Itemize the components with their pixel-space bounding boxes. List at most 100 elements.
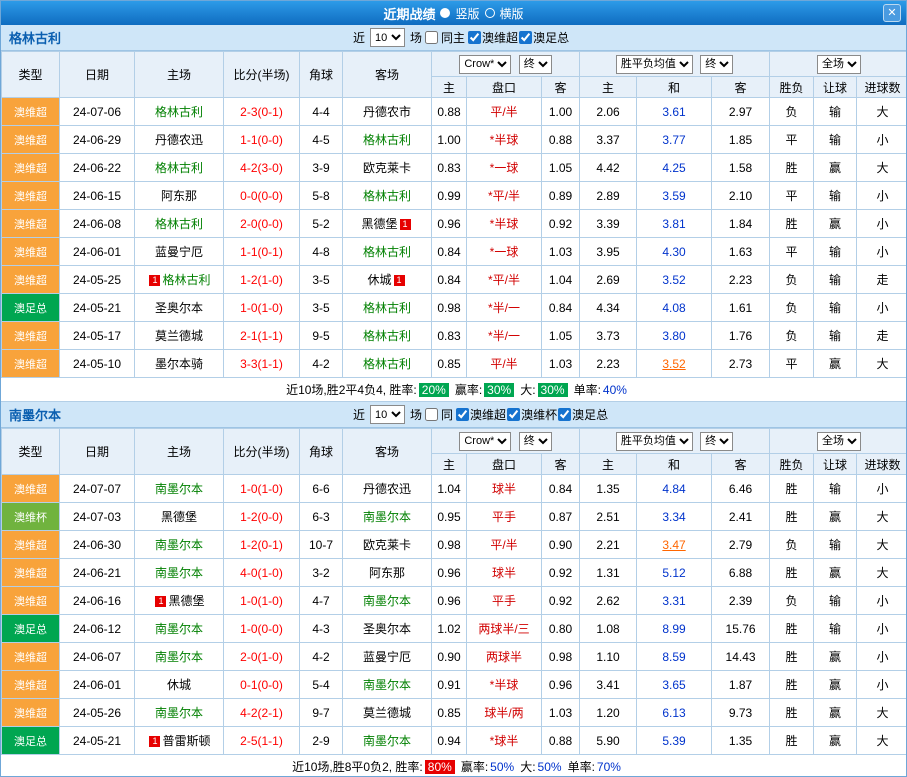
- home-team-name: 格林古利: [155, 105, 203, 119]
- match-row: 澳维超24-06-161黑德堡1-0(1-0)4-7南墨尔本0.96平手0.92…: [2, 587, 907, 615]
- europe-away-odds: 2.10: [712, 182, 770, 210]
- goals-result-cell: 小: [857, 126, 907, 154]
- summary-value: 30%: [484, 383, 514, 397]
- league-badge: 澳维超: [2, 238, 60, 266]
- goals-result-cell: 大: [857, 531, 907, 559]
- home-team: 格林古利: [135, 154, 224, 182]
- europe-time-select[interactable]: 终: [700, 55, 733, 74]
- corner-score: 4-2: [300, 643, 343, 671]
- home-team-name: 南墨尔本: [155, 538, 203, 552]
- away-team-name: 格林古利: [363, 329, 411, 343]
- away-team-name: 格林古利: [363, 189, 411, 203]
- match-date: 24-06-08: [60, 210, 135, 238]
- games-label: 场: [410, 406, 422, 423]
- match-date: 24-06-30: [60, 531, 135, 559]
- scope-header: 全场: [770, 429, 907, 454]
- corner-score: 6-3: [300, 503, 343, 531]
- asian-odds-header: Crow* 终: [432, 429, 580, 454]
- match-date: 24-05-26: [60, 699, 135, 727]
- asian-time-select[interactable]: 终: [519, 432, 552, 451]
- col-handicap: 盘口: [467, 77, 542, 98]
- league-filter-checkbox[interactable]: [558, 408, 571, 421]
- away-team-name: 格林古利: [363, 357, 411, 371]
- europe-odds-select[interactable]: 胜平负均值: [616, 55, 693, 74]
- asian-home-odds: 1.04: [432, 475, 467, 503]
- handicap-line: 平手: [467, 503, 542, 531]
- match-date: 24-06-22: [60, 154, 135, 182]
- same-venue-checkbox[interactable]: [425, 31, 438, 44]
- home-team: 1普雷斯顿: [135, 727, 224, 755]
- match-count-select[interactable]: 10: [370, 405, 405, 424]
- bookmaker-select[interactable]: Crow*: [459, 55, 511, 74]
- match-row: 澳维超24-06-15阿东那0-0(0-0)5-8格林古利0.99*平/半0.8…: [2, 182, 907, 210]
- summary-value: 40%: [603, 383, 627, 397]
- match-score: 0-1(0-0): [224, 671, 300, 699]
- bookmaker-select[interactable]: Crow*: [459, 432, 511, 451]
- asian-away-odds: 1.05: [542, 154, 580, 182]
- match-row: 澳维超24-06-01休城0-1(0-0)5-4南墨尔本0.91*半球0.963…: [2, 671, 907, 699]
- europe-odds-select[interactable]: 胜平负均值: [616, 432, 693, 451]
- europe-draw-odds: 8.59: [637, 643, 712, 671]
- europe-draw-odds: 3.65: [637, 671, 712, 699]
- away-team-name: 欧克莱卡: [363, 161, 411, 175]
- away-team: 格林古利: [343, 322, 432, 350]
- col-corner: 角球: [300, 52, 343, 98]
- handicap-line: *球半: [467, 727, 542, 755]
- corner-score: 4-5: [300, 126, 343, 154]
- corner-score: 3-5: [300, 294, 343, 322]
- scope-select[interactable]: 全场: [817, 55, 861, 74]
- away-team: 黑德堡1: [343, 210, 432, 238]
- horizontal-layout-radio[interactable]: [485, 8, 495, 18]
- league-badge: 澳维超: [2, 266, 60, 294]
- match-row: 澳足总24-06-12南墨尔本1-0(0-0)4-3圣奥尔本1.02两球半/三0…: [2, 615, 907, 643]
- away-team-name: 丹德农迅: [363, 482, 411, 496]
- away-team-name: 休城: [367, 273, 391, 287]
- europe-time-select[interactable]: 终: [700, 432, 733, 451]
- europe-draw-odds: 4.08: [637, 294, 712, 322]
- handicap-line: 球半: [467, 475, 542, 503]
- col-date: 日期: [60, 52, 135, 98]
- handicap-line: 两球半/三: [467, 615, 542, 643]
- result-cell: 胜: [770, 727, 814, 755]
- match-count-select[interactable]: 10: [370, 28, 405, 47]
- handicap-result-cell: 输: [814, 475, 857, 503]
- summary-label: 近10场,胜8平0负2, 胜率:: [292, 758, 423, 775]
- league-badge: 澳维超: [2, 154, 60, 182]
- away-team-name: 南墨尔本: [363, 678, 411, 692]
- league-filter-checkbox[interactable]: [456, 408, 469, 421]
- goals-result-cell: 小: [857, 671, 907, 699]
- league-filter-checkbox[interactable]: [468, 31, 481, 44]
- summary-value: 70%: [597, 760, 621, 774]
- league-filter-checkbox[interactable]: [519, 31, 532, 44]
- home-team-name: 格林古利: [155, 217, 203, 231]
- handicap-result-cell: 输: [814, 98, 857, 126]
- handicap-result-cell: 输: [814, 126, 857, 154]
- asian-away-odds: 0.88: [542, 727, 580, 755]
- close-icon[interactable]: ✕: [883, 4, 901, 22]
- home-team-name: 圣奥尔本: [155, 301, 203, 315]
- away-team-name: 莫兰德城: [363, 706, 411, 720]
- same-venue-checkbox[interactable]: [425, 408, 438, 421]
- league-badge: 澳维杯: [2, 503, 60, 531]
- handicap-line: 平/半: [467, 531, 542, 559]
- red-card-badge: 1: [149, 736, 160, 747]
- handicap-result-cell: 赢: [814, 727, 857, 755]
- summary-row: 近10场,胜2平4负4, 胜率:20%赢率:30%大:30%单率:40%: [1, 378, 906, 402]
- scope-select[interactable]: 全场: [817, 432, 861, 451]
- asian-away-odds: 0.87: [542, 503, 580, 531]
- asian-time-select[interactable]: 终: [519, 55, 552, 74]
- europe-draw-odds: 3.77: [637, 126, 712, 154]
- league-badge: 澳维超: [2, 126, 60, 154]
- goals-result-cell: 小: [857, 587, 907, 615]
- europe-home-odds: 2.51: [580, 503, 637, 531]
- goals-result-cell: 大: [857, 154, 907, 182]
- home-team-name: 莫兰德城: [155, 329, 203, 343]
- away-team-name: 蓝曼宁厄: [363, 650, 411, 664]
- league-filter-checkbox[interactable]: [507, 408, 520, 421]
- asian-away-odds: 1.05: [542, 322, 580, 350]
- home-team: 圣奥尔本: [135, 294, 224, 322]
- vertical-layout-radio[interactable]: [440, 8, 450, 18]
- europe-draw-odds: 3.81: [637, 210, 712, 238]
- europe-home-odds: 3.41: [580, 671, 637, 699]
- league-filters: 澳维超澳足总: [468, 29, 569, 46]
